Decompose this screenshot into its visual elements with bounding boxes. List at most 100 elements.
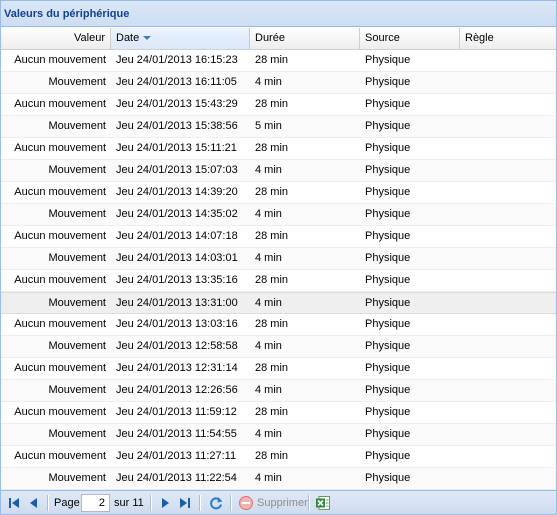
cell-valeur: Mouvement (48, 120, 106, 132)
cell-regle (460, 468, 556, 489)
table-row[interactable]: Mouvement Jeu 24/01/2013 12:58:58 4 min Phy… (1, 336, 556, 358)
cell-duree: 28 min (255, 98, 289, 110)
excel-export-icon[interactable] (315, 495, 331, 511)
column-header-date[interactable]: Date (111, 28, 250, 49)
cell-duree: 4 min (255, 384, 282, 396)
table-row[interactable]: Mouvement Jeu 24/01/2013 14:35:02 4 min Phy… (1, 204, 556, 226)
cell-regle (460, 72, 556, 93)
toolbar-separator (150, 495, 152, 511)
table-row[interactable]: Mouvement Jeu 24/01/2013 13:31:00 4 min Phy… (1, 292, 556, 314)
table-row[interactable]: Aucun mouvement Jeu 24/01/2013 13:35:16 28… (1, 270, 556, 292)
cell-valeur: Aucun mouvement (14, 54, 106, 66)
column-header-duree[interactable]: Durée (250, 28, 360, 49)
table-row[interactable]: Aucun mouvement Jeu 24/01/2013 15:11:21 28… (1, 138, 556, 160)
cell-date: Jeu 24/01/2013 16:15:23 (116, 54, 238, 66)
table-row[interactable]: Aucun mouvement Jeu 24/01/2013 13:03:16 28… (1, 314, 556, 336)
column-header-regle[interactable]: Règle (460, 28, 556, 49)
cell-valeur: Aucun mouvement (14, 362, 106, 374)
table-row[interactable]: Aucun mouvement Jeu 24/01/2013 15:43:29 28… (1, 94, 556, 116)
column-header-source[interactable]: Source (360, 28, 460, 49)
table-row[interactable]: Mouvement Jeu 24/01/2013 12:26:56 4 min Phy… (1, 380, 556, 402)
table-row[interactable]: Aucun mouvement Jeu 24/01/2013 14:39:20 28… (1, 182, 556, 204)
table-row[interactable]: Mouvement Jeu 24/01/2013 15:07:03 4 min Phy… (1, 160, 556, 182)
cell-valeur: Mouvement (48, 384, 106, 396)
cell-duree: 4 min (255, 208, 282, 220)
cell-regle (460, 293, 556, 314)
cell-date: Jeu 24/01/2013 14:03:01 (116, 252, 238, 264)
cell-date: Jeu 24/01/2013 11:27:11 (116, 450, 237, 462)
cell-valeur: Aucun mouvement (14, 274, 106, 286)
cell-regle (460, 248, 556, 269)
toolbar-separator (47, 495, 49, 511)
page-number-input[interactable] (81, 494, 110, 512)
cell-date: Jeu 24/01/2013 12:31:14 (116, 362, 238, 374)
page-count-label: sur 11 (114, 497, 144, 509)
cell-date: Jeu 24/01/2013 15:07:03 (116, 164, 238, 176)
table-row[interactable]: Aucun mouvement Jeu 24/01/2013 11:59:12 28… (1, 402, 556, 424)
cell-duree: 28 min (255, 186, 289, 198)
cell-valeur: Aucun mouvement (14, 230, 106, 242)
table-row[interactable]: Aucun mouvement Jeu 24/01/2013 11:27:11 28… (1, 446, 556, 468)
table-row[interactable]: Mouvement Jeu 24/01/2013 11:22:54 4 min Phy… (1, 468, 556, 490)
cell-source: Physique (365, 142, 411, 154)
cell-duree: 4 min (255, 472, 282, 484)
cell-date: Jeu 24/01/2013 11:22:54 (116, 472, 237, 484)
cell-regle (460, 50, 556, 71)
cell-source: Physique (365, 384, 411, 396)
cell-duree: 28 min (255, 274, 289, 286)
sort-descending-icon (143, 36, 152, 41)
cell-valeur: Mouvement (48, 297, 106, 309)
cell-source: Physique (365, 76, 411, 88)
grid-body: Aucun mouvement Jeu 24/01/2013 16:15:23 28… (1, 50, 556, 490)
cell-source: Physique (365, 164, 411, 176)
cell-source: Physique (365, 98, 411, 110)
cell-source: Physique (365, 318, 411, 330)
table-row[interactable]: Aucun mouvement Jeu 24/01/2013 12:31:14 28… (1, 358, 556, 380)
first-page-icon[interactable] (6, 495, 22, 511)
table-row[interactable]: Mouvement Jeu 24/01/2013 11:54:55 4 min Phy… (1, 424, 556, 446)
cell-valeur: Mouvement (48, 252, 106, 264)
cell-valeur: Aucun mouvement (14, 450, 106, 462)
cell-valeur: Mouvement (48, 164, 106, 176)
cell-valeur: Mouvement (48, 340, 106, 352)
toolbar-separator (308, 495, 310, 511)
table-row[interactable]: Aucun mouvement Jeu 24/01/2013 16:15:23 28… (1, 50, 556, 72)
cell-valeur: Mouvement (48, 76, 106, 88)
cell-regle (460, 204, 556, 225)
cell-source: Physique (365, 208, 411, 220)
cell-regle (460, 424, 556, 445)
cell-date: Jeu 24/01/2013 15:11:21 (116, 142, 237, 154)
column-header-valeur[interactable]: Valeur (1, 28, 111, 49)
refresh-icon[interactable] (208, 495, 224, 511)
table-row[interactable]: Mouvement Jeu 24/01/2013 15:38:56 5 min Phy… (1, 116, 556, 138)
cell-regle (460, 380, 556, 401)
cell-valeur: Aucun mouvement (14, 186, 106, 198)
table-row[interactable]: Aucun mouvement Jeu 24/01/2013 14:07:18 28… (1, 226, 556, 248)
last-page-icon[interactable] (177, 495, 193, 511)
cell-valeur: Aucun mouvement (14, 142, 106, 154)
table-row[interactable]: Mouvement Jeu 24/01/2013 14:03:01 4 min Phy… (1, 248, 556, 270)
cell-valeur: Mouvement (48, 428, 106, 440)
cell-regle (460, 138, 556, 159)
device-values-panel: Valeurs du périphérique Valeur Date Duré… (0, 0, 557, 515)
cell-duree: 4 min (255, 297, 282, 309)
cell-date: Jeu 24/01/2013 12:58:58 (116, 340, 238, 352)
delete-button[interactable]: Supprimer (238, 491, 308, 515)
cell-duree: 4 min (255, 76, 282, 88)
cell-date: Jeu 24/01/2013 16:11:05 (116, 76, 237, 88)
prev-page-icon[interactable] (26, 495, 42, 511)
cell-valeur: Mouvement (48, 208, 106, 220)
cell-regle (460, 116, 556, 137)
cell-duree: 28 min (255, 54, 289, 66)
table-row[interactable]: Mouvement Jeu 24/01/2013 16:11:05 4 min Phy… (1, 72, 556, 94)
cell-date: Jeu 24/01/2013 14:07:18 (116, 230, 238, 242)
cell-valeur: Aucun mouvement (14, 98, 106, 110)
next-page-icon[interactable] (157, 495, 173, 511)
toolbar-separator (199, 495, 201, 511)
cell-source: Physique (365, 450, 411, 462)
delete-icon (239, 496, 253, 510)
cell-source: Physique (365, 362, 411, 374)
cell-source: Physique (365, 297, 411, 309)
cell-duree: 28 min (255, 142, 289, 154)
cell-valeur: Mouvement (48, 472, 106, 484)
